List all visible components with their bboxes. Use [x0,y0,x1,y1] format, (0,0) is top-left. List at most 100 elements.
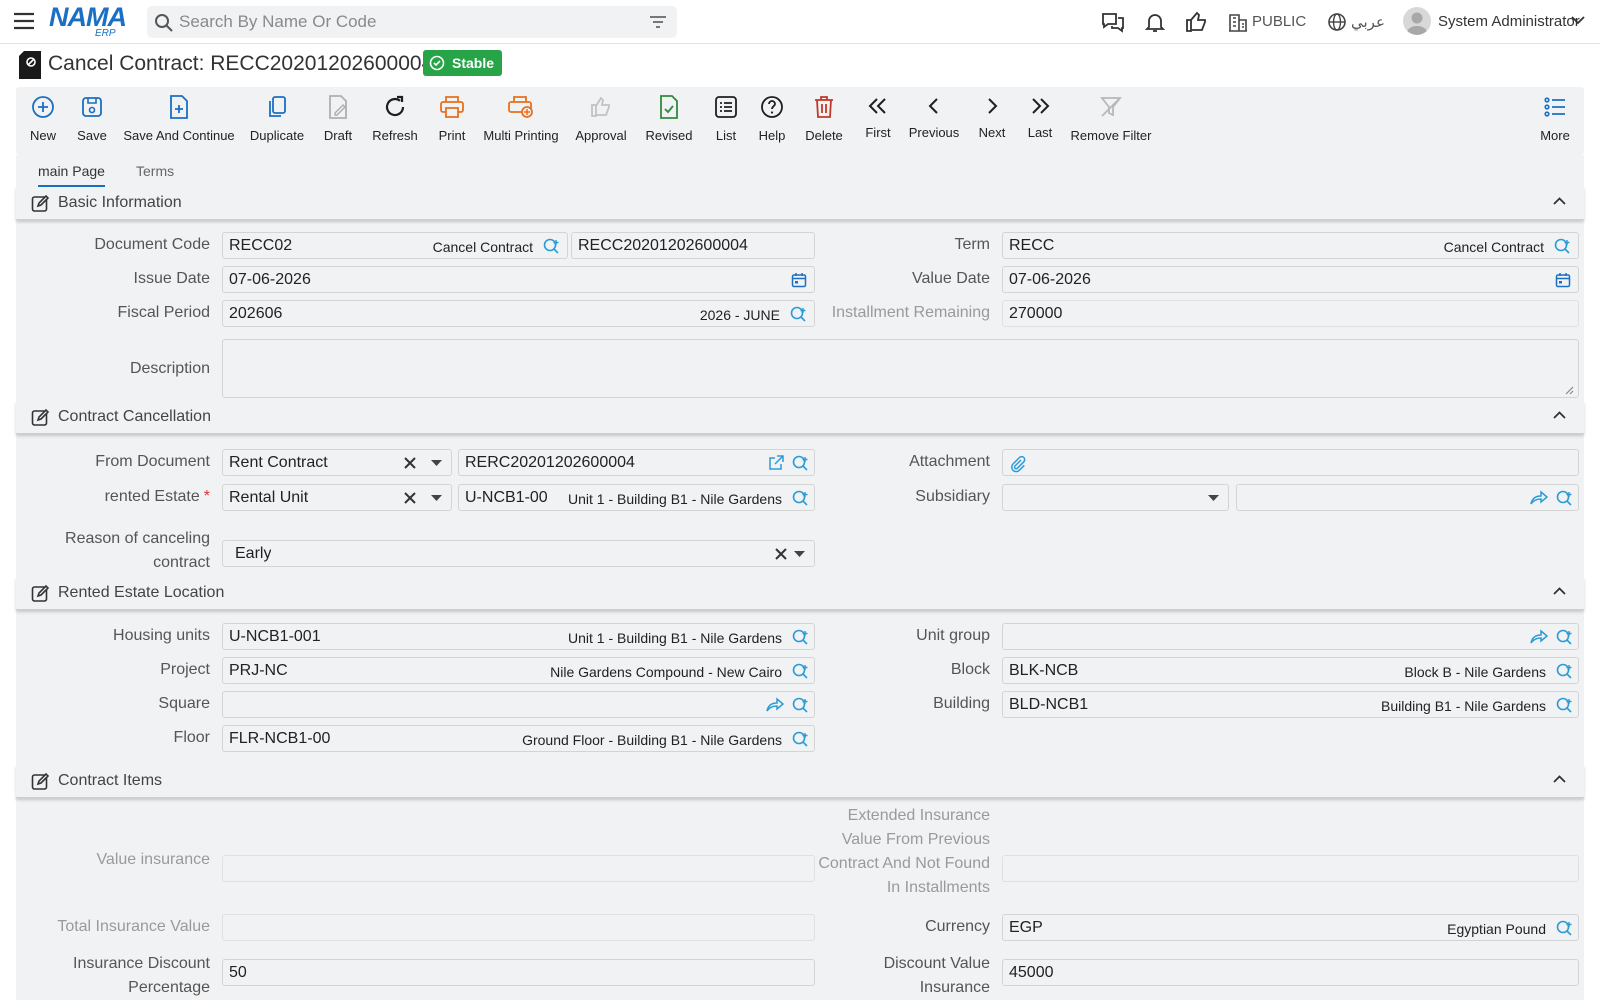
subsidiary-type-select[interactable] [1002,484,1229,511]
previous-button[interactable]: Previous [908,87,960,155]
search-lookup-icon[interactable] [791,731,809,747]
search-lookup-icon[interactable] [791,697,809,713]
search-lookup-icon[interactable] [789,306,807,322]
search-lookup-icon[interactable] [791,629,809,645]
value-date-field[interactable]: 07-06-2026 [1002,266,1579,293]
discount-value-field[interactable]: 45000 [1002,959,1579,986]
currency-field[interactable]: EGP Egyptian Pound [1002,914,1579,941]
floor-desc: Ground Floor - Building B1 - Nile Garden… [522,732,782,748]
next-button[interactable]: Next [978,87,1006,155]
clear-icon[interactable] [774,547,788,561]
multi-printing-button[interactable]: Multi Printing [483,87,559,155]
rented-estate-type-select[interactable]: Rental Unit [222,484,452,511]
clear-icon[interactable] [403,491,417,505]
document-code-field[interactable]: RECC02 Cancel Contract [222,232,568,259]
reason-select[interactable]: Early [222,540,815,567]
avatar[interactable] [1403,7,1431,35]
building-field[interactable]: BLD-NCB1 Building B1 - Nile Gardens [1002,691,1579,718]
chevron-up-icon[interactable] [1553,775,1566,784]
refresh-button[interactable]: Refresh [372,87,418,155]
list-button[interactable]: List [713,87,739,155]
approval-button[interactable]: Approval [575,87,627,155]
share-arrow-icon[interactable] [766,697,784,713]
filter-icon[interactable] [649,15,667,29]
external-link-icon[interactable] [768,455,784,471]
rented-estate-code-field[interactable]: U-NCB1-00 Unit 1 - Building B1 - Nile Ga… [458,484,815,511]
delete-button[interactable]: Delete [805,87,843,155]
chat-icon[interactable] [1101,11,1125,33]
new-button[interactable]: New [28,87,58,155]
search-lookup-icon[interactable] [1555,663,1573,679]
housing-units-field[interactable]: U-NCB1-001 Unit 1 - Building B1 - Nile G… [222,623,815,650]
first-button[interactable]: First [865,87,891,155]
thumbs-up-icon[interactable] [1185,11,1209,33]
project-desc: Nile Gardens Compound - New Cairo [550,664,782,680]
description-textarea[interactable] [222,339,1579,398]
remove-filter-button[interactable]: Remove Filter [1071,87,1151,155]
resize-handle-icon[interactable] [1564,385,1574,395]
term-field[interactable]: RECC Cancel Contract [1002,232,1579,259]
square-field[interactable] [222,691,815,718]
dropdown-arrow-icon[interactable] [794,551,805,558]
search-lookup-icon[interactable] [791,663,809,679]
save-and-continue-button[interactable]: Save And Continue [123,87,235,155]
attachment-field[interactable] [1002,449,1579,476]
calendar-icon[interactable] [791,272,807,288]
section-basic-information[interactable]: Basic Information [16,187,1584,220]
unit-group-field[interactable] [1002,623,1579,650]
clear-icon[interactable] [403,456,417,470]
last-button[interactable]: Last [1027,87,1053,155]
document-number-field[interactable]: RECC20201202600004 [571,232,815,259]
from-document-type-select[interactable]: Rent Contract [222,449,452,476]
paperclip-icon[interactable] [1009,455,1027,473]
previous-label: Previous [908,125,960,140]
action-toolbar: New Save Save And Continue Duplicate Dra… [16,87,1584,155]
help-button[interactable]: Help [758,87,786,155]
tab-terms[interactable]: Terms [136,163,174,179]
nama-logo[interactable]: NAMA ERP [49,4,133,40]
language-switch[interactable]: عربي [1351,13,1385,31]
calendar-icon[interactable] [1555,272,1571,288]
insurance-discount-field[interactable]: 50 [222,959,815,986]
section-rented-estate-location[interactable]: Rented Estate Location [16,577,1584,610]
floor-field[interactable]: FLR-NCB1-00 Ground Floor - Building B1 -… [222,725,815,752]
search-lookup-icon[interactable] [1553,238,1571,254]
section-contract-items[interactable]: Contract Items [16,765,1584,798]
print-button[interactable]: Print [437,87,467,155]
project-field[interactable]: PRJ-NC Nile Gardens Compound - New Cairo [222,657,815,684]
bell-icon[interactable] [1144,11,1166,33]
dropdown-arrow-icon[interactable] [1208,495,1219,502]
revised-button[interactable]: Revised [646,87,692,155]
menu-icon[interactable] [13,11,35,31]
chevron-up-icon[interactable] [1553,587,1566,596]
chevron-up-icon[interactable] [1553,411,1566,420]
duplicate-button[interactable]: Duplicate [250,87,304,155]
search-lookup-icon[interactable] [1555,697,1573,713]
dropdown-arrow-icon[interactable] [431,460,442,467]
subsidiary-code-field[interactable] [1236,484,1579,511]
branch-label[interactable]: PUBLIC [1252,13,1306,30]
chevron-up-icon[interactable] [1553,197,1566,206]
fiscal-period-field[interactable]: 202606 2026 - JUNE [222,300,815,327]
block-field[interactable]: BLK-NCB Block B - Nile Gardens [1002,657,1579,684]
search-input[interactable] [179,11,619,33]
search-lookup-icon[interactable] [1555,920,1573,936]
chevron-down-icon[interactable] [1571,16,1585,25]
tab-main-page[interactable]: main Page [38,163,105,187]
share-arrow-icon[interactable] [1530,490,1548,506]
user-name[interactable]: System Administrator [1438,13,1580,30]
search-lookup-icon[interactable] [791,455,809,471]
more-button[interactable]: More [1540,87,1570,155]
share-arrow-icon[interactable] [1530,629,1548,645]
file-plus-icon [168,95,190,119]
search-lookup-icon[interactable] [1555,629,1573,645]
search-lookup-icon[interactable] [542,238,560,254]
dropdown-arrow-icon[interactable] [431,495,442,502]
draft-button[interactable]: Draft [324,87,352,155]
search-lookup-icon[interactable] [1555,490,1573,506]
issue-date-field[interactable]: 07-06-2026 [222,266,815,293]
from-document-code-field[interactable]: RERC20201202600004 [458,449,815,476]
save-button[interactable]: Save [76,87,108,155]
search-lookup-icon[interactable] [791,490,809,506]
section-contract-cancellation[interactable]: Contract Cancellation [16,401,1584,434]
